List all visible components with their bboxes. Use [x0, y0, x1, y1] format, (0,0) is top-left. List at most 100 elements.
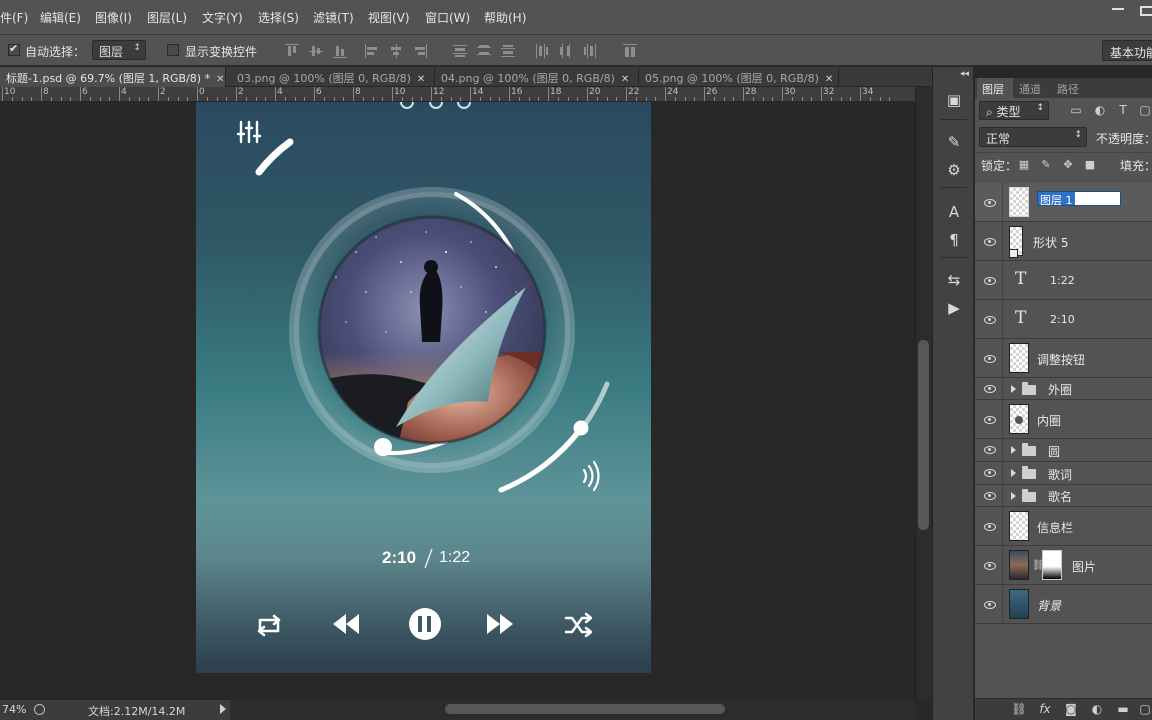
document-canvas[interactable]: 2:10 1:22 — [196, 102, 651, 673]
layer-rename-input[interactable]: 图层 1 — [1037, 191, 1121, 207]
equalizer-icon[interactable] — [236, 120, 262, 144]
new-group-icon[interactable]: ▬ — [1115, 702, 1131, 716]
status-info-icon[interactable] — [34, 704, 45, 715]
repeat-icon[interactable] — [257, 614, 281, 637]
layer-style-fx-icon[interactable]: fx — [1037, 702, 1053, 716]
filter-adjustment-icon[interactable]: ◐ — [1093, 103, 1107, 117]
layer-row[interactable]: 图层 1 — [975, 183, 1152, 222]
layer-group-row[interactable]: 外圈 — [975, 378, 1152, 400]
lock-position-icon[interactable]: ✥ — [1062, 159, 1074, 171]
minimize-icon[interactable] — [1112, 8, 1126, 12]
menu-select[interactable]: 选择(S) — [258, 9, 299, 26]
close-icon[interactable]: ✕ — [621, 74, 629, 85]
tab-04-png[interactable]: 04.png @ 100% (图层 0, RGB/8) ✕ — [435, 67, 639, 87]
blend-mode-dropdown[interactable]: 正常 — [979, 127, 1087, 147]
pause-button[interactable] — [409, 608, 441, 640]
menu-window[interactable]: 窗口(W) — [425, 9, 470, 26]
lock-all-icon[interactable]: ■ — [1084, 159, 1096, 171]
visibility-eye-icon[interactable] — [983, 415, 997, 425]
layer-row[interactable]: ⛓ 图片 — [975, 546, 1152, 585]
collapse-panels-icon[interactable]: ◂◂ — [960, 69, 969, 79]
distribute-vertical-centers-icon[interactable] — [477, 44, 491, 58]
shuffle-icon[interactable] — [564, 612, 593, 638]
expand-arrow-icon[interactable] — [1011, 385, 1016, 393]
actions-play-icon[interactable]: ▶ — [945, 299, 963, 317]
filter-type-icon[interactable]: T — [1116, 103, 1130, 117]
new-layer-icon[interactable]: ▢ — [1137, 702, 1152, 716]
distribute-top-icon[interactable] — [453, 44, 467, 58]
layer-group-row[interactable]: 歌词 — [975, 462, 1152, 485]
history-icon[interactable]: ▣ — [945, 91, 963, 109]
layer-mask-thumbnail[interactable] — [1042, 550, 1062, 580]
horizontal-scroll-thumb[interactable] — [445, 704, 725, 714]
tab-untitled-psd[interactable]: 标题-1.psd @ 69.7% (图层 1, RGB/8) * ✕ — [0, 67, 226, 87]
visibility-eye-icon[interactable] — [983, 491, 997, 501]
menu-view[interactable]: 视图(V) — [368, 9, 410, 26]
layer-row[interactable]: 调整按钮 — [975, 339, 1152, 378]
filter-shape-icon[interactable]: ▢ — [1138, 103, 1152, 117]
auto-select-checkbox[interactable] — [8, 42, 20, 56]
menu-filter[interactable]: 滤镜(T) — [313, 9, 354, 26]
align-top-edges-icon[interactable] — [285, 44, 299, 58]
add-mask-icon[interactable]: ◙ — [1063, 702, 1079, 716]
show-transform-checkbox[interactable] — [167, 44, 179, 56]
close-icon[interactable]: ✕ — [216, 74, 224, 85]
layer-row[interactable]: T 2:10 — [975, 300, 1152, 339]
align-left-edges-icon[interactable] — [365, 44, 379, 58]
brush-presets-icon[interactable]: ✎ — [945, 133, 963, 151]
layer-group-row[interactable]: 歌名 — [975, 485, 1152, 507]
canvas-area[interactable]: 2:10 1:22 — [0, 102, 915, 699]
close-icon[interactable]: ✕ — [825, 74, 833, 85]
layer-row[interactable]: T 1:22 — [975, 261, 1152, 300]
tool-presets-icon[interactable]: ⇆ — [945, 271, 963, 289]
tab-03-png[interactable]: 03.png @ 100% (图层 0, RGB/8) ✕ — [231, 67, 435, 87]
auto-align-layers-icon[interactable] — [623, 44, 637, 58]
auto-select-target-dropdown[interactable]: 图层 — [92, 40, 146, 60]
vertical-scroll-thumb[interactable] — [918, 340, 929, 530]
distribute-bottom-icon[interactable] — [501, 44, 515, 58]
close-icon[interactable]: ✕ — [417, 74, 425, 85]
visibility-eye-icon[interactable] — [983, 384, 997, 394]
next-icon[interactable] — [487, 614, 513, 634]
distribute-left-icon[interactable] — [535, 44, 549, 58]
previous-icon[interactable] — [333, 614, 359, 634]
volume-icon[interactable] — [582, 460, 600, 492]
tab-channels[interactable]: 通道 — [1019, 81, 1041, 97]
lock-transparent-icon[interactable]: ▦ — [1018, 159, 1030, 171]
paragraph-icon[interactable]: ¶ — [945, 231, 963, 249]
visibility-eye-icon[interactable] — [983, 600, 997, 610]
visibility-eye-icon[interactable] — [983, 315, 997, 325]
visibility-eye-icon[interactable] — [983, 445, 997, 455]
menu-type[interactable]: 文字(Y) — [202, 9, 243, 26]
align-bottom-edges-icon[interactable] — [333, 44, 347, 58]
menu-edit[interactable]: 编辑(E) — [40, 9, 81, 26]
workspace-button[interactable]: 基本功能 — [1102, 40, 1152, 61]
layer-row[interactable]: 信息栏 — [975, 507, 1152, 546]
expand-arrow-icon[interactable] — [1011, 446, 1016, 454]
visibility-eye-icon[interactable] — [983, 522, 997, 532]
zoom-level[interactable]: 74% — [2, 703, 26, 716]
align-vertical-centers-icon[interactable] — [309, 44, 323, 58]
layer-filter-dropdown[interactable]: ⌕ 类型 — [979, 101, 1049, 120]
align-right-edges-icon[interactable] — [413, 44, 427, 58]
layer-row[interactable]: 背景 — [975, 585, 1152, 624]
distribute-right-icon[interactable] — [583, 44, 597, 58]
visibility-eye-icon[interactable] — [983, 276, 997, 286]
distribute-horizontal-centers-icon[interactable] — [559, 44, 573, 58]
visibility-eye-icon[interactable] — [983, 237, 997, 247]
menu-file[interactable]: 件(F) — [0, 9, 28, 26]
tab-layers[interactable]: 图层 — [982, 81, 1004, 97]
expand-arrow-icon[interactable] — [1011, 469, 1016, 477]
progress-knob[interactable] — [374, 438, 392, 456]
restore-window-icon[interactable] — [1140, 6, 1152, 16]
character-icon[interactable]: A — [945, 203, 963, 221]
status-menu-icon[interactable] — [220, 704, 226, 714]
tab-05-png[interactable]: 05.png @ 100% (图层 0, RGB/8) ✕ — [639, 67, 839, 87]
layer-group-row[interactable]: 圆 — [975, 439, 1152, 462]
filter-pixel-icon[interactable]: ▭ — [1069, 103, 1083, 117]
align-horizontal-centers-icon[interactable] — [389, 44, 403, 58]
layer-row[interactable]: 内圈 — [975, 400, 1152, 439]
tab-paths[interactable]: 路径 — [1057, 81, 1079, 97]
new-adjustment-layer-icon[interactable]: ◐ — [1089, 702, 1105, 716]
layer-row[interactable]: 形状 5 — [975, 222, 1152, 261]
